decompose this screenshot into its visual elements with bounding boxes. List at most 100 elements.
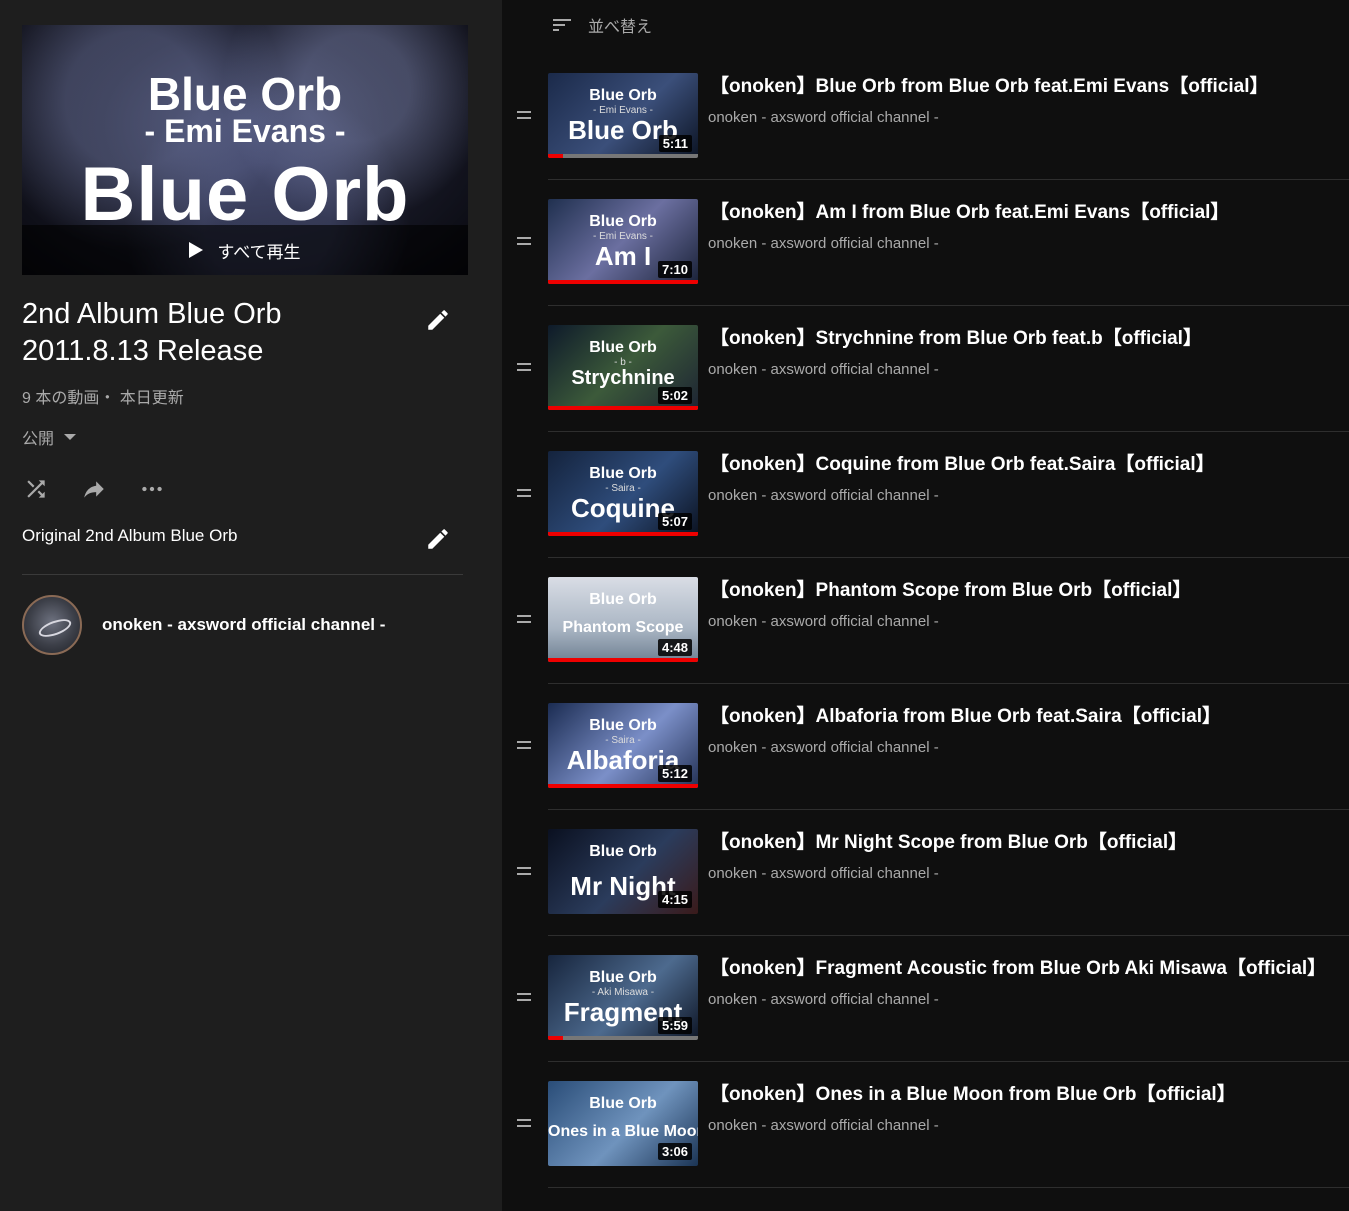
divider xyxy=(22,574,463,575)
playlist-video-item[interactable]: Blue Orb Phantom Scope 4:48 【onoken】Phan… xyxy=(510,558,1349,684)
video-channel[interactable]: onoken - axsword official channel - xyxy=(708,991,939,1008)
duration-badge: 5:02 xyxy=(657,387,692,404)
caret-down-icon xyxy=(64,434,77,440)
drag-handle-icon[interactable] xyxy=(517,363,531,371)
video-title[interactable]: 【onoken】Phantom Scope from Blue Orb【offi… xyxy=(710,575,1191,602)
thumb-line1: Blue Orb xyxy=(589,717,657,734)
sort-label: 並べ替え xyxy=(588,19,653,36)
video-title[interactable]: 【onoken】Blue Orb from Blue Orb feat.Emi … xyxy=(710,71,1268,98)
playlist-video-item[interactable]: Blue Orb - Saira - Albaforia 5:12 【onoke… xyxy=(510,684,1349,810)
video-title[interactable]: 【onoken】Coquine from Blue Orb feat.Saira… xyxy=(710,449,1215,476)
watch-progress-fill xyxy=(548,406,698,410)
avatar[interactable] xyxy=(22,595,82,655)
playlist-video-item[interactable]: Blue Orb - Emi Evans - Blue Orb 5:11 【on… xyxy=(510,54,1349,180)
thumb-line1: Blue Orb xyxy=(589,465,657,482)
video-title[interactable]: 【onoken】Strychnine from Blue Orb feat.b【… xyxy=(710,323,1202,350)
playlist-video-item[interactable]: Blue Orb Mr Night 4:15 【onoken】Mr Night … xyxy=(510,810,1349,936)
playlist-meta: 9 本の動画・ 本日更新 xyxy=(22,390,184,407)
watch-progress-fill xyxy=(548,1036,563,1040)
video-thumbnail[interactable]: Blue Orb Ones in a Blue Moon 3:06 xyxy=(548,1081,698,1166)
duration-badge: 7:10 xyxy=(657,261,692,278)
playlist-video-item[interactable]: Blue Orb - Emi Evans - Am I 7:10 【onoken… xyxy=(510,180,1349,306)
thumb-line1: Blue Orb xyxy=(589,591,657,608)
playlist-video-item[interactable]: Blue Orb - b - Strychnine 5:02 【onoken】S… xyxy=(510,306,1349,432)
playlist-actions xyxy=(22,475,166,503)
duration-badge: 4:48 xyxy=(657,639,692,656)
watch-progress-bar xyxy=(548,406,698,410)
video-thumbnail[interactable]: Blue Orb - Aki Misawa - Fragment 5:59 xyxy=(548,955,698,1040)
watch-progress-bar xyxy=(548,1036,698,1040)
play-all-button[interactable]: すべて再生 xyxy=(22,225,468,275)
thumb-line1: Blue Orb xyxy=(589,1095,657,1112)
thumb-line1: Blue Orb xyxy=(589,213,657,230)
playlist-video-item[interactable]: Blue Orb Ones in a Blue Moon 3:06 【onoke… xyxy=(510,1062,1349,1188)
thumb-line1: Blue Orb xyxy=(589,843,657,860)
thumb-line1: Blue Orb xyxy=(589,339,657,356)
watch-progress-fill xyxy=(548,784,698,788)
video-thumbnail[interactable]: Blue Orb Mr Night 4:15 xyxy=(548,829,698,914)
duration-badge: 5:59 xyxy=(657,1017,692,1034)
watch-progress-bar xyxy=(548,280,698,284)
video-thumbnail[interactable]: Blue Orb - b - Strychnine 5:02 xyxy=(548,325,698,410)
video-title[interactable]: 【onoken】Ones in a Blue Moon from Blue Or… xyxy=(710,1079,1236,1106)
divider xyxy=(548,1187,1349,1188)
video-channel[interactable]: onoken - axsword official channel - xyxy=(708,1117,939,1134)
video-thumbnail[interactable]: Blue Orb - Saira - Albaforia 5:12 xyxy=(548,703,698,788)
watch-progress-fill xyxy=(548,280,698,284)
video-channel[interactable]: onoken - axsword official channel - xyxy=(708,739,939,756)
video-title[interactable]: 【onoken】Albaforia from Blue Orb feat.Sai… xyxy=(710,701,1221,728)
duration-badge: 5:07 xyxy=(657,513,692,530)
duration-badge: 5:11 xyxy=(658,135,692,152)
video-channel[interactable]: onoken - axsword official channel - xyxy=(708,865,939,882)
watch-progress-bar xyxy=(548,658,698,662)
watch-progress-bar xyxy=(548,532,698,536)
duration-badge: 4:15 xyxy=(657,891,692,908)
video-thumbnail[interactable]: Blue Orb - Emi Evans - Blue Orb 5:11 xyxy=(548,73,698,158)
video-thumbnail[interactable]: Blue Orb - Saira - Coquine 5:07 xyxy=(548,451,698,536)
drag-handle-icon[interactable] xyxy=(517,237,531,245)
shuffle-icon[interactable] xyxy=(22,475,50,503)
thumb-line1: Blue Orb xyxy=(589,87,657,104)
play-all-label: すべて再生 xyxy=(217,242,301,262)
duration-badge: 3:06 xyxy=(657,1143,692,1160)
owner-name[interactable]: onoken - axsword official channel - xyxy=(102,615,385,635)
watch-progress-fill xyxy=(548,658,698,662)
playlist-title: 2nd Album Blue Orb 2011.8.13 Release xyxy=(22,298,282,367)
video-list: Blue Orb - Emi Evans - Blue Orb 5:11 【on… xyxy=(510,54,1349,1188)
video-thumbnail[interactable]: Blue Orb - Emi Evans - Am I 7:10 xyxy=(548,199,698,284)
pencil-icon[interactable] xyxy=(425,526,451,552)
video-channel[interactable]: onoken - axsword official channel - xyxy=(708,613,939,630)
watch-progress-bar xyxy=(548,154,698,158)
playlist-owner[interactable]: onoken - axsword official channel - xyxy=(22,595,385,655)
playlist-description: Original 2nd Album Blue Orb xyxy=(22,526,238,545)
video-channel[interactable]: onoken - axsword official channel - xyxy=(708,109,939,126)
drag-handle-icon[interactable] xyxy=(517,111,531,119)
video-channel[interactable]: onoken - axsword official channel - xyxy=(708,487,939,504)
video-title[interactable]: 【onoken】Am I from Blue Orb feat.Emi Evan… xyxy=(710,197,1229,224)
pencil-icon[interactable] xyxy=(425,307,451,333)
drag-handle-icon[interactable] xyxy=(517,867,531,875)
playlist-hero-thumbnail[interactable]: Blue Orb - Emi Evans - Blue Orb すべて再生 xyxy=(22,25,468,275)
drag-handle-icon[interactable] xyxy=(517,489,531,497)
playlist-video-item[interactable]: Blue Orb - Aki Misawa - Fragment 5:59 【o… xyxy=(510,936,1349,1062)
play-icon xyxy=(189,242,204,258)
video-title[interactable]: 【onoken】Mr Night Scope from Blue Orb【off… xyxy=(710,827,1187,854)
video-channel[interactable]: onoken - axsword official channel - xyxy=(708,361,939,378)
drag-handle-icon[interactable] xyxy=(517,1119,531,1127)
sort-button[interactable]: 並べ替え xyxy=(550,13,652,37)
drag-handle-icon[interactable] xyxy=(517,993,531,1001)
video-channel[interactable]: onoken - axsword official channel - xyxy=(708,235,939,252)
drag-handle-icon[interactable] xyxy=(517,741,531,749)
drag-handle-icon[interactable] xyxy=(517,615,531,623)
playlist-video-item[interactable]: Blue Orb - Saira - Coquine 5:07 【onoken】… xyxy=(510,432,1349,558)
video-thumbnail[interactable]: Blue Orb Phantom Scope 4:48 xyxy=(548,577,698,662)
watch-progress-fill xyxy=(548,154,563,158)
watch-progress-bar xyxy=(548,784,698,788)
share-icon[interactable] xyxy=(80,475,108,503)
video-title[interactable]: 【onoken】Fragment Acoustic from Blue Orb … xyxy=(710,953,1326,980)
privacy-dropdown[interactable]: 公開 xyxy=(22,425,77,449)
thumb-line3: Phantom Scope xyxy=(562,619,684,636)
privacy-label: 公開 xyxy=(22,431,55,448)
more-icon[interactable] xyxy=(138,475,166,503)
duration-badge: 5:12 xyxy=(657,765,692,782)
